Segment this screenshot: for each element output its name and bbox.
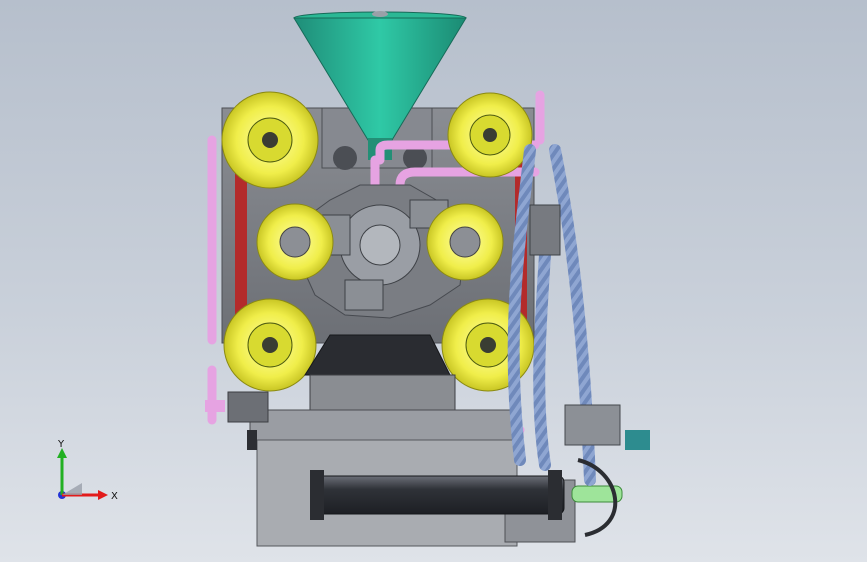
pulley-top-left[interactable] bbox=[221, 91, 319, 189]
y-axis-label: Y bbox=[57, 439, 65, 450]
axis-triad: Y X bbox=[57, 439, 118, 502]
x-axis-label: X bbox=[111, 491, 118, 502]
cad-viewport[interactable]: Y X bbox=[0, 0, 867, 562]
pulley-bottom-left[interactable] bbox=[223, 298, 317, 392]
pulley-mid-right[interactable] bbox=[426, 203, 504, 281]
pulley-top-right[interactable] bbox=[447, 92, 533, 178]
pulley-mid-left[interactable] bbox=[256, 203, 334, 281]
